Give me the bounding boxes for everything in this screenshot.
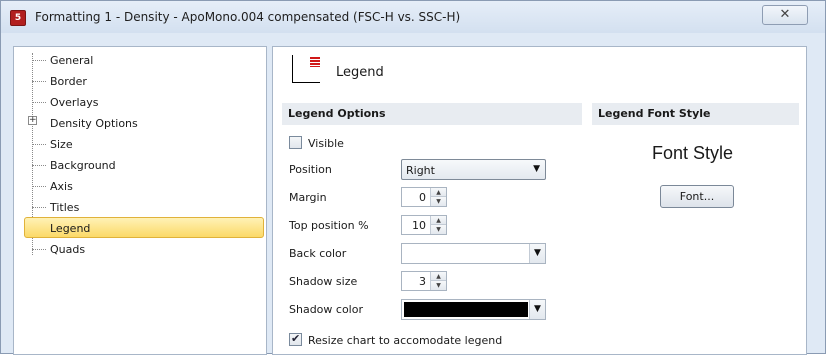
- spin-down-icon[interactable]: ▼: [431, 281, 446, 290]
- position-dropdown[interactable]: Right ▼: [401, 159, 546, 180]
- spin-up-icon[interactable]: ▲: [431, 188, 446, 197]
- spin-down-icon[interactable]: ▼: [431, 197, 446, 206]
- stepper-buttons: ▲ ▼: [430, 188, 446, 206]
- tree-item-density-options[interactable]: Density Options: [22, 113, 264, 135]
- tree-item-quads[interactable]: Quads: [22, 239, 264, 261]
- margin-stepper[interactable]: 0 ▲ ▼: [401, 187, 447, 207]
- visible-label: Visible: [308, 137, 344, 150]
- tree-item-label: Legend: [50, 222, 91, 235]
- font-style-sample: Font Style: [652, 143, 734, 163]
- resize-chart-checkbox[interactable]: [289, 332, 302, 346]
- tree-item-size[interactable]: Size: [22, 134, 264, 156]
- shadow-size-stepper[interactable]: 3 ▲ ▼: [401, 271, 447, 291]
- tree-connector: [32, 207, 46, 208]
- shadow-size-label: Shadow size: [289, 275, 358, 288]
- resize-chart-label: Resize chart to accomodate legend: [308, 334, 503, 347]
- font-button[interactable]: Font...: [660, 185, 734, 208]
- top-position-label: Top position %: [289, 219, 369, 232]
- tree-connector: [32, 60, 46, 61]
- tree-connector: [32, 249, 46, 250]
- back-color-label: Back color: [289, 247, 347, 260]
- formatting-dialog: 5 Formatting 1 - Density - ApoMono.004 c…: [0, 0, 826, 355]
- back-color-picker[interactable]: ▼: [401, 243, 546, 264]
- tree-item-background[interactable]: Background: [22, 155, 264, 177]
- margin-value: 0: [419, 191, 426, 204]
- title-bar[interactable]: 5 Formatting 1 - Density - ApoMono.004 c…: [1, 1, 825, 33]
- tree-item-label: General: [50, 54, 94, 67]
- window-title: Formatting 1 - Density - ApoMono.004 com…: [35, 10, 461, 24]
- shadow-color-label: Shadow color: [289, 303, 363, 316]
- legend-options-header: Legend Options: [282, 103, 582, 125]
- tree-item-label: Axis: [50, 180, 73, 193]
- shadow-color-picker[interactable]: ▼: [401, 299, 546, 320]
- chevron-down-icon[interactable]: ▼: [529, 244, 545, 263]
- stepper-buttons: ▲ ▼: [430, 216, 446, 234]
- tree-connector: [32, 144, 46, 145]
- spin-up-icon[interactable]: ▲: [431, 272, 446, 281]
- shadow-color-swatch: [404, 302, 528, 317]
- category-tree: General Border Overlays + Density Option…: [13, 46, 267, 355]
- legend-swatch: [310, 57, 320, 67]
- chevron-down-icon: ▼: [533, 164, 540, 174]
- tree-connector: [32, 81, 46, 82]
- margin-label: Margin: [289, 191, 327, 204]
- position-label: Position: [289, 163, 332, 176]
- back-color-swatch: [404, 246, 528, 261]
- tree-item-overlays[interactable]: Overlays: [22, 92, 264, 114]
- tree-item-general[interactable]: General: [22, 50, 264, 72]
- tree-item-axis[interactable]: Axis: [22, 176, 264, 198]
- tree-connector: [32, 165, 46, 166]
- tree-item-label: Size: [50, 138, 73, 151]
- spin-up-icon[interactable]: ▲: [431, 216, 446, 225]
- top-position-value: 10: [412, 219, 426, 232]
- tree-item-label: Border: [50, 75, 87, 88]
- tree-item-border[interactable]: Border: [22, 71, 264, 93]
- tree-connector: [32, 102, 46, 103]
- tree-item-titles[interactable]: Titles: [22, 197, 264, 219]
- legend-font-style-header: Legend Font Style: [592, 103, 799, 125]
- legend-preview-icon: [292, 55, 320, 83]
- tree-item-label: Titles: [50, 201, 80, 214]
- visible-checkbox[interactable]: [289, 136, 302, 149]
- close-button[interactable]: ✕: [762, 5, 808, 25]
- tree-item-legend[interactable]: Legend: [22, 217, 264, 239]
- app-icon: 5: [10, 10, 26, 26]
- panel-title: Legend: [336, 65, 384, 80]
- position-value: Right: [406, 164, 435, 177]
- top-position-stepper[interactable]: 10 ▲ ▼: [401, 215, 447, 235]
- tree-connector: [32, 186, 46, 187]
- tree-item-label: Overlays: [50, 96, 99, 109]
- stepper-buttons: ▲ ▼: [430, 272, 446, 290]
- shadow-size-value: 3: [419, 275, 426, 288]
- chevron-down-icon[interactable]: ▼: [529, 300, 545, 319]
- settings-panel: Legend Legend Options Legend Font Style …: [272, 46, 807, 355]
- spin-down-icon[interactable]: ▼: [431, 225, 446, 234]
- tree-item-label: Background: [50, 159, 116, 172]
- tree-item-label: Density Options: [50, 117, 138, 130]
- tree-item-label: Quads: [50, 243, 86, 256]
